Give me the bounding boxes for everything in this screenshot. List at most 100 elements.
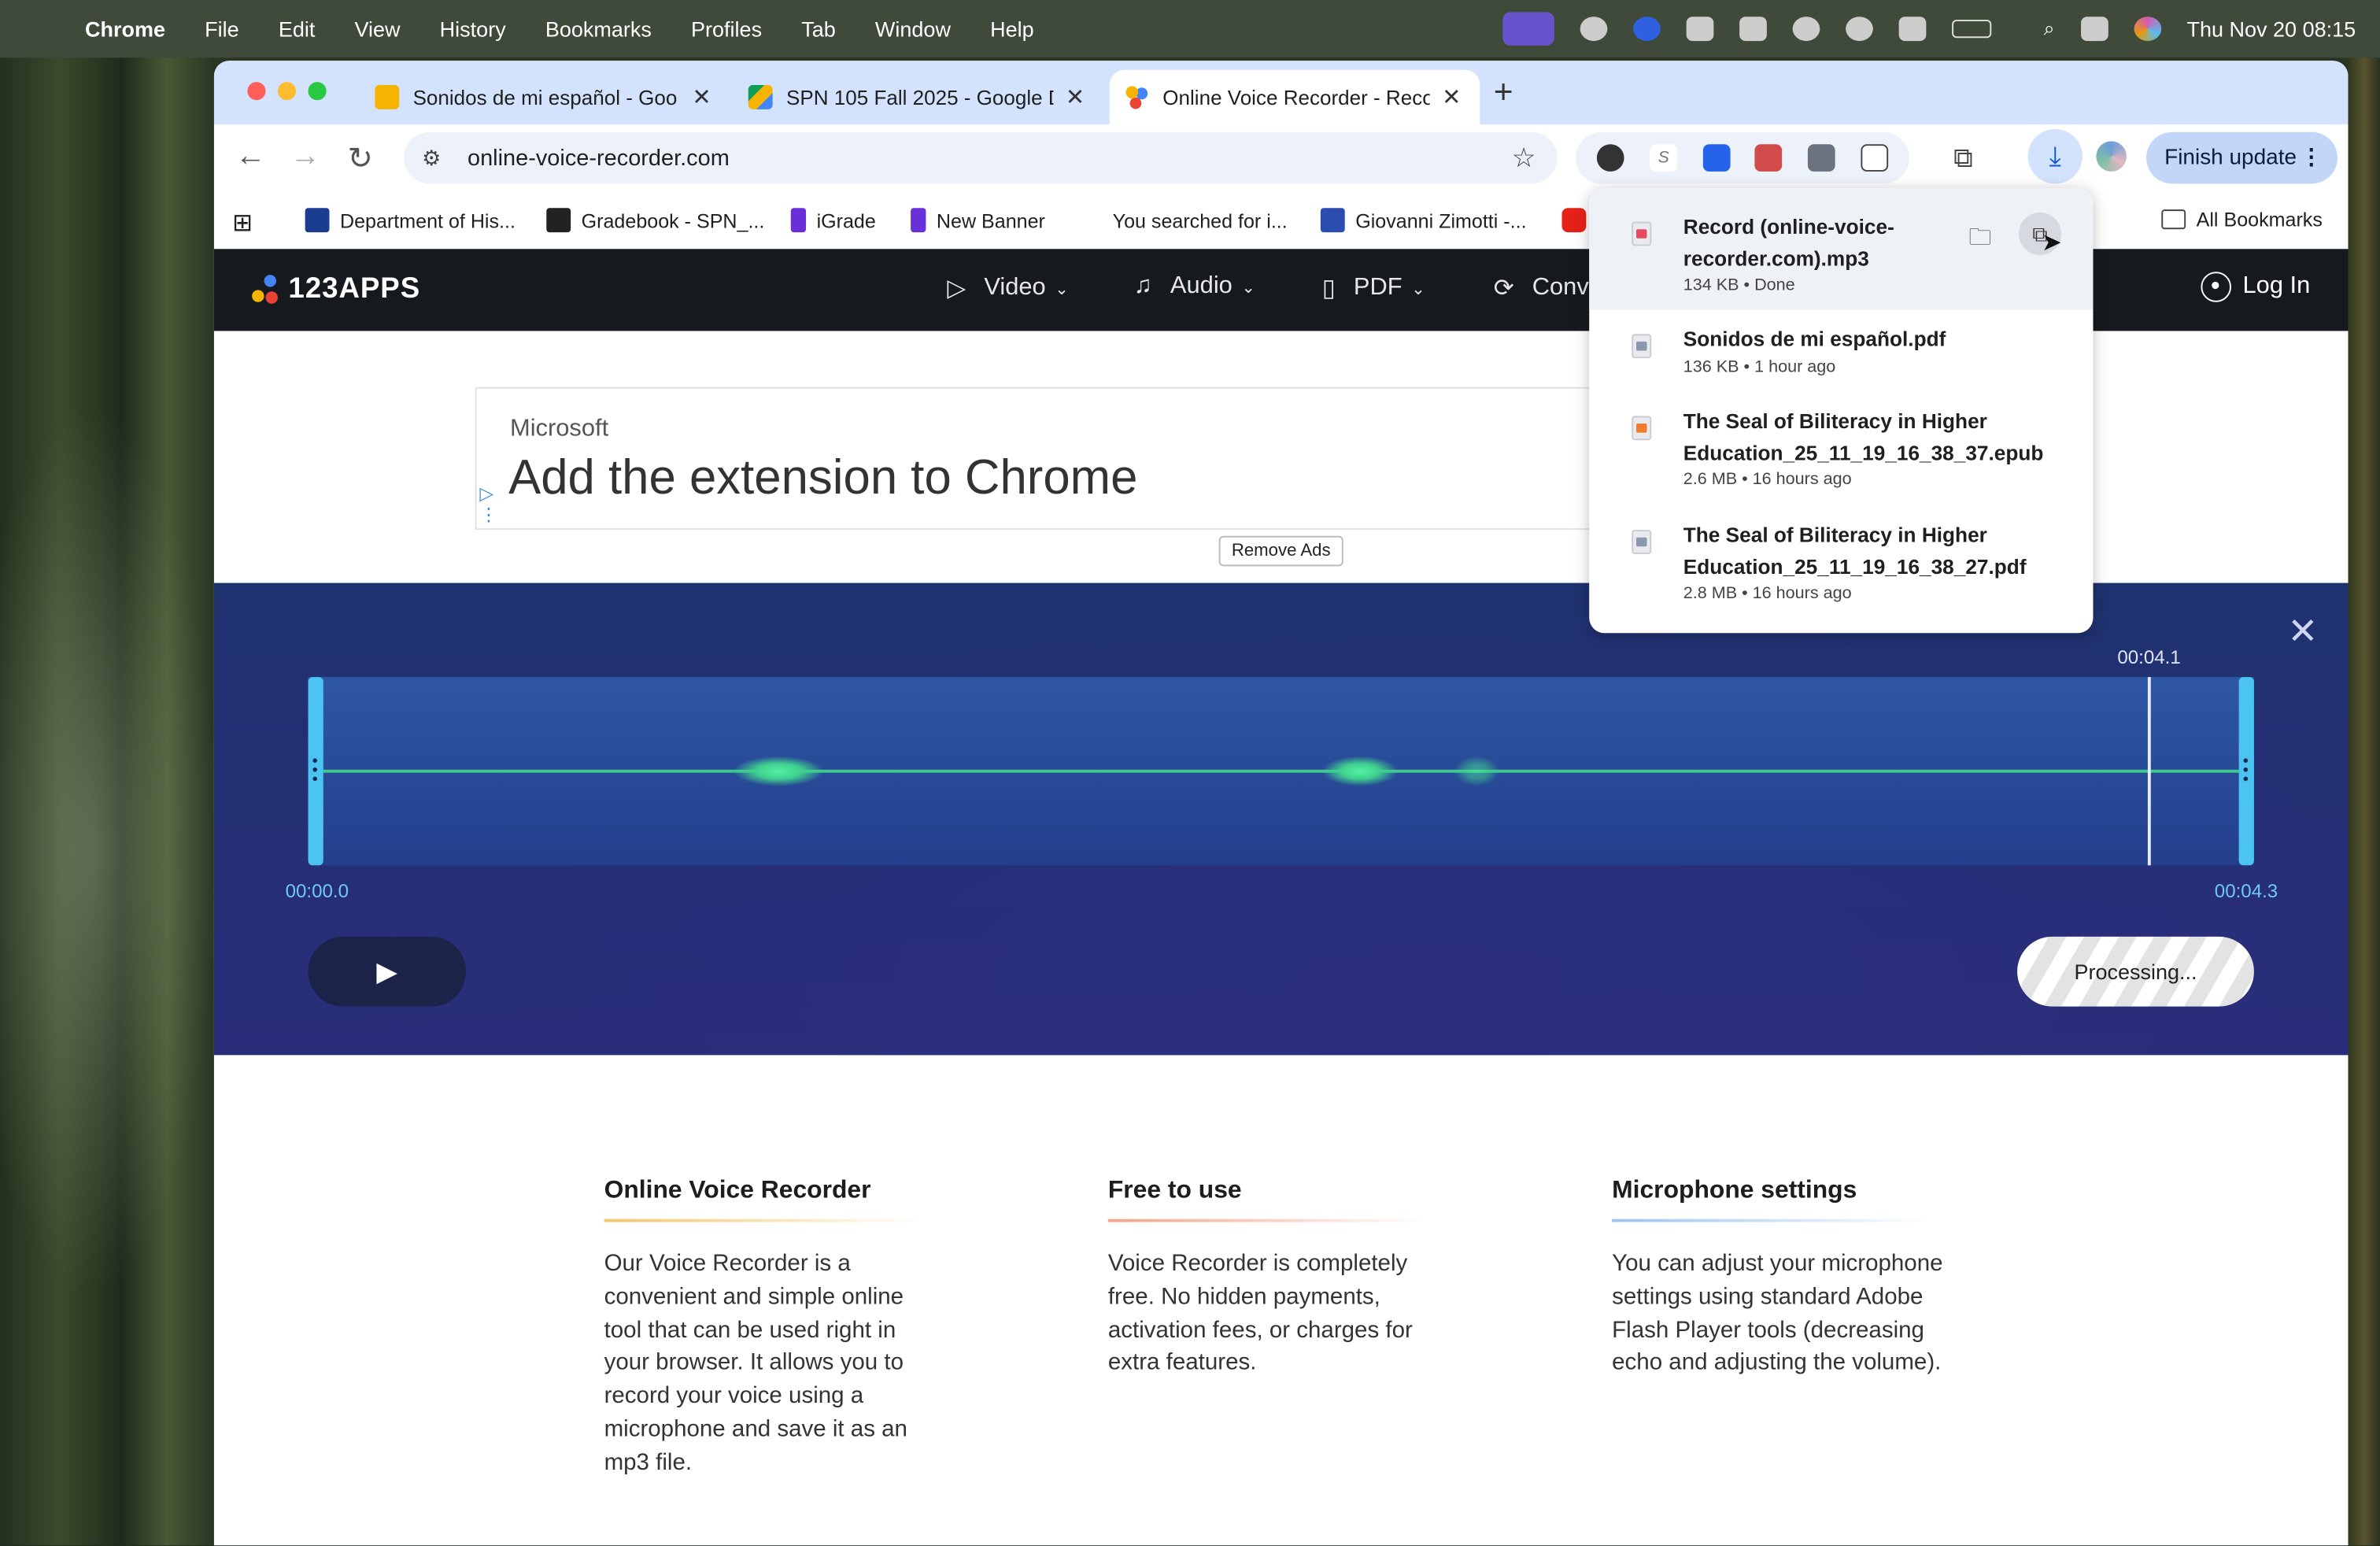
tab-label: Sonidos de mi español - Goo xyxy=(412,85,678,109)
menu-bookmarks[interactable]: Bookmarks xyxy=(545,17,652,41)
minimize-window-button[interactable] xyxy=(277,82,297,101)
menu-file[interactable]: File xyxy=(205,17,239,41)
bookmark-label: You searched for i... xyxy=(1112,209,1288,232)
url-text[interactable]: online-voice-recorder.com xyxy=(468,145,730,171)
ad-headline[interactable]: Add the extension to Chrome xyxy=(508,449,1137,505)
remove-ads-button[interactable]: Remove Ads xyxy=(1218,535,1343,567)
security-icon[interactable] xyxy=(1739,17,1768,42)
waveform-line xyxy=(323,769,2239,772)
reload-icon[interactable]: ↻ xyxy=(348,139,373,177)
menu-view[interactable]: View xyxy=(355,17,401,41)
trim-start-handle[interactable] xyxy=(308,677,323,866)
more-menu-icon[interactable]: ⋮ xyxy=(2301,146,2323,170)
nav-pdf[interactable]: ▯ PDF ⌄ xyxy=(1322,273,1425,304)
forward-icon[interactable]: → xyxy=(290,139,320,174)
feature-title: Free to use xyxy=(1107,1176,1242,1204)
windows-icon[interactable] xyxy=(1899,17,1927,42)
zoom-icon[interactable] xyxy=(1633,17,1661,42)
tab-search-icon[interactable]: ⧉ xyxy=(1953,142,1973,174)
download-name: The Seal of Biliteracy in Higher Educati… xyxy=(1683,409,2044,464)
bookmark-you-searched[interactable]: You searched for i... xyxy=(1077,208,1288,232)
nav-video[interactable]: ▷ Video ⌄ xyxy=(947,273,1069,304)
close-icon[interactable]: ✕ xyxy=(2287,610,2318,654)
ad-brand: Microsoft xyxy=(509,416,609,442)
menu-help[interactable]: Help xyxy=(990,17,1034,41)
show-in-folder-icon[interactable]: 🗀 xyxy=(1968,222,1991,260)
nav-label: PDF xyxy=(1353,275,1402,301)
tab-sonidos[interactable]: Sonidos de mi español - Goo ✕ xyxy=(360,70,730,124)
bookmark-label: Gradebook - SPN_... xyxy=(581,209,765,232)
waveform[interactable] xyxy=(308,677,2254,866)
epub-file-icon xyxy=(1632,416,1652,441)
google-slides-icon xyxy=(375,84,400,109)
trim-end-handle[interactable] xyxy=(2238,677,2254,866)
profile-avatar[interactable] xyxy=(2096,141,2127,172)
battery-icon[interactable] xyxy=(1952,20,1993,39)
chevron-down-icon: ⌄ xyxy=(1241,278,1256,298)
bookmark-giovanni[interactable]: Giovanni Zimotti -... xyxy=(1320,208,1527,233)
feature-title: Microphone settings xyxy=(1612,1176,1857,1204)
menubar-clock[interactable]: Thu Nov 20 08:15 xyxy=(2186,17,2356,41)
login-button[interactable]: ● Log In xyxy=(2200,272,2310,302)
finish-update-button[interactable]: Finish update ⋮ xyxy=(2145,131,2338,184)
back-icon[interactable]: ← xyxy=(235,139,266,174)
feature-title: Online Voice Recorder xyxy=(604,1176,871,1204)
ad-banner[interactable]: Microsoft Add the extension to Chrome ▷ ⋮ xyxy=(475,386,1598,531)
bookmark-new-banner[interactable]: New Banner xyxy=(911,208,1045,233)
bookmark-star-icon[interactable]: ☆ xyxy=(1512,142,1536,173)
tab-spn105[interactable]: SPN 105 Fall 2025 - Google D ✕ xyxy=(733,70,1103,124)
extension-d-icon[interactable] xyxy=(1807,144,1835,172)
menu-tab[interactable]: Tab xyxy=(801,17,836,41)
menu-app-name[interactable]: Chrome xyxy=(85,17,165,41)
download-item-sonidos-pdf[interactable]: Sonidos de mi español.pdf 136 KB • 1 hou… xyxy=(1589,325,2093,404)
processing-button[interactable]: Processing... xyxy=(2017,936,2254,1007)
spotlight-search-icon[interactable]: ⌕ xyxy=(2044,17,2055,41)
waveform-peak xyxy=(1454,756,1500,786)
screen-share-icon[interactable] xyxy=(1503,12,1555,46)
menu-window[interactable]: Window xyxy=(875,17,951,41)
bookmark-gradebook[interactable]: Gradebook - SPN_... xyxy=(546,208,765,233)
all-bookmarks-folder[interactable]: All Bookmarks xyxy=(2161,208,2323,231)
menu-edit[interactable]: Edit xyxy=(279,17,316,41)
adchoices-icon[interactable]: ▷ ⋮ xyxy=(479,483,497,525)
new-tab-button[interactable]: + xyxy=(1494,73,1513,113)
bookmark-igrade[interactable]: iGrade xyxy=(790,208,876,233)
extension-1-icon[interactable] xyxy=(1597,144,1625,172)
bookmark-label: iGrade xyxy=(816,209,876,232)
pdf-file-icon xyxy=(1632,334,1652,359)
download-item-seal-epub[interactable]: The Seal of Biliteracy in Higher Educati… xyxy=(1589,407,2093,513)
wordpress-icon[interactable] xyxy=(1793,17,1821,42)
bookmark-department[interactable]: Department of His... xyxy=(305,208,516,233)
notes-icon[interactable] xyxy=(1687,17,1715,42)
menu-profiles[interactable]: Profiles xyxy=(691,17,762,41)
extension-car-icon[interactable] xyxy=(1754,144,1783,172)
download-item-mp3[interactable]: Record (online-voice-recorder.com).mp3 1… xyxy=(1589,188,2094,310)
control-center-icon[interactable] xyxy=(2080,17,2108,42)
extension-s-icon[interactable]: S xyxy=(1650,144,1678,172)
maximize-window-button[interactable] xyxy=(308,82,327,101)
menu-history[interactable]: History xyxy=(440,17,506,41)
extensions-puzzle-icon[interactable] xyxy=(1860,144,1888,172)
download-item-seal-pdf[interactable]: The Seal of Biliteracy in Higher Educati… xyxy=(1589,520,2093,627)
nav-convert[interactable]: ⟳ Conv xyxy=(1494,273,1589,304)
close-tab-icon[interactable]: ✕ xyxy=(692,83,711,111)
playhead[interactable] xyxy=(2147,677,2150,866)
globe-icon[interactable] xyxy=(1846,17,1874,42)
siri-icon[interactable] xyxy=(2133,17,2161,42)
close-tab-icon[interactable]: ✕ xyxy=(1066,83,1085,111)
site-logo[interactable]: 123APPS xyxy=(252,273,420,306)
recorder-panel: ✕ 00:04.1 00:00.0 00:04.3 ▶ Processing..… xyxy=(213,583,2349,1056)
address-bar[interactable]: ⚙ online-voice-recorder.com ☆ xyxy=(403,131,1558,184)
site-settings-icon[interactable]: ⚙ xyxy=(422,145,449,171)
finish-update-label: Finish update xyxy=(2164,146,2297,170)
download-icon[interactable]: ⤓ xyxy=(2027,128,2082,184)
extension-reader-icon[interactable] xyxy=(1702,144,1730,172)
tab-online-voice-recorder[interactable]: Online Voice Recorder - Reco ✕ xyxy=(1109,69,1480,125)
close-tab-icon[interactable]: ✕ xyxy=(1442,83,1461,111)
play-button[interactable]: ▶ xyxy=(308,936,467,1007)
nav-audio[interactable]: ♫ Audio ⌄ xyxy=(1134,273,1256,301)
chevron-down-icon: ⌄ xyxy=(1411,279,1425,298)
apps-grid-icon[interactable]: ⊞ xyxy=(232,208,253,239)
close-window-button[interactable] xyxy=(247,82,266,101)
grammarly-icon[interactable] xyxy=(1580,17,1609,42)
